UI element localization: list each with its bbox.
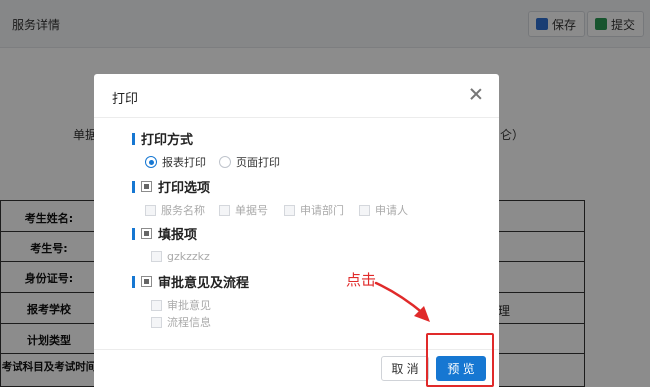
section-marker — [132, 275, 135, 288]
checkbox-label: 服务名称 — [161, 204, 205, 217]
checkbox-label: gzkzzkz — [167, 250, 210, 263]
checkbox-applicant[interactable]: 申请人 — [359, 202, 408, 218]
checkbox-service-name[interactable]: 服务名称 — [145, 202, 205, 218]
annotation-highlight-box — [426, 333, 494, 387]
section-print-method: 打印方式 — [132, 129, 193, 148]
section-title: 打印选项 — [158, 181, 211, 196]
checkbox-department[interactable]: 申请部门 — [284, 202, 344, 218]
checkbox-icon — [151, 251, 162, 262]
radio-checked-icon — [145, 156, 157, 168]
close-icon[interactable] — [469, 87, 483, 101]
dialog-header: 打印 — [94, 74, 499, 118]
section-marker — [132, 180, 135, 193]
checkbox-icon — [145, 204, 156, 216]
checkbox-approval-opinion[interactable]: 审批意见 — [151, 297, 211, 313]
checkbox-label: 申请人 — [375, 204, 408, 217]
section-marker — [132, 132, 135, 145]
checkbox-label: 审批意见 — [167, 299, 211, 312]
radio-unchecked-icon — [219, 156, 231, 168]
select-all-checkbox[interactable] — [141, 181, 152, 192]
checkbox-icon — [359, 204, 370, 216]
radio-page-print[interactable]: 页面打印 — [219, 154, 280, 170]
section-approval: 审批意见及流程 — [132, 272, 249, 291]
checkbox-icon — [151, 316, 162, 328]
section-title: 打印方式 — [141, 133, 194, 148]
section-marker — [132, 227, 135, 240]
annotation-text: 点击 — [346, 271, 377, 289]
select-all-checkbox[interactable] — [141, 228, 152, 239]
section-print-options: 打印选项 — [132, 177, 210, 196]
dialog-title: 打印 — [112, 92, 139, 107]
radio-label: 报表打印 — [162, 156, 206, 169]
checkbox-icon — [284, 204, 295, 216]
cancel-button[interactable]: 取 消 — [381, 356, 429, 381]
section-fill-items: 填报项 — [132, 224, 197, 243]
checkbox-fill-item[interactable]: gzkzzkz — [151, 250, 210, 263]
checkbox-label: 流程信息 — [167, 316, 211, 329]
checkbox-process-info[interactable]: 流程信息 — [151, 314, 211, 330]
checkbox-icon — [151, 299, 162, 311]
radio-label: 页面打印 — [236, 156, 280, 169]
select-all-checkbox[interactable] — [141, 276, 152, 287]
section-title: 填报项 — [158, 228, 198, 243]
checkbox-icon — [219, 204, 230, 216]
checkbox-document-number[interactable]: 单据号 — [219, 202, 268, 218]
radio-report-print[interactable]: 报表打印 — [145, 154, 206, 170]
section-title: 审批意见及流程 — [158, 276, 250, 291]
checkbox-label: 申请部门 — [300, 204, 344, 217]
checkbox-label: 单据号 — [235, 204, 268, 217]
